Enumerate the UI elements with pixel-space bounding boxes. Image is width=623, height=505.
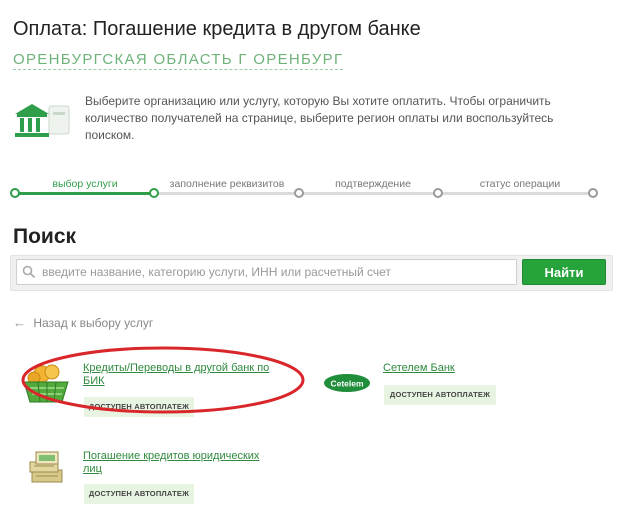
intro-text: Выберите организацию или услугу, которую… — [85, 94, 554, 142]
red-highlight-ellipse — [21, 346, 305, 414]
step-label-select-service: выбор услуги — [52, 178, 118, 190]
search-heading: Поиск — [13, 225, 77, 248]
step-label-status: статус операции — [479, 178, 561, 190]
back-link-label: Назад к выбору услуг — [33, 316, 154, 330]
service-link-cetelem[interactable]: Сетелем Банк — [383, 362, 503, 375]
autopay-badge: ДОСТУПЕН АВТОПЛАТЕЖ — [384, 385, 496, 405]
region-selector[interactable]: ОРЕНБУРГСКАЯ ОБЛАСТЬ Г ОРЕНБУРГ — [13, 51, 344, 70]
page-title: Оплата: Погашение кредита в другом банке — [13, 18, 421, 40]
step-label-fill-details: заполнение реквизитов — [169, 178, 285, 190]
back-to-services-link[interactable]: ← Назад к выбору услуг — [13, 315, 153, 330]
step-dot — [294, 188, 304, 198]
bank-icon — [15, 104, 70, 137]
step-dot — [588, 188, 598, 198]
progress-track-active — [16, 192, 154, 195]
autopay-badge: ДОСТУПЕН АВТОПЛАТЕЖ — [84, 484, 194, 504]
money-stack-icon — [29, 451, 63, 483]
find-button[interactable]: Найти — [522, 259, 606, 285]
service-link-legal-loans[interactable]: Погашение кредитов юридических лиц — [83, 450, 273, 476]
cetelem-logo: Cetelem — [322, 372, 372, 394]
cetelem-logo-text: Cetelem — [330, 379, 364, 389]
search-placeholder: введите название, категорию услуги, ИНН … — [42, 265, 391, 279]
step-dot — [149, 188, 159, 198]
step-label-confirmation: подтверждение — [335, 178, 411, 190]
step-dot — [10, 188, 20, 198]
arrow-left-icon: ← — [13, 315, 26, 330]
search-icon — [22, 265, 36, 279]
